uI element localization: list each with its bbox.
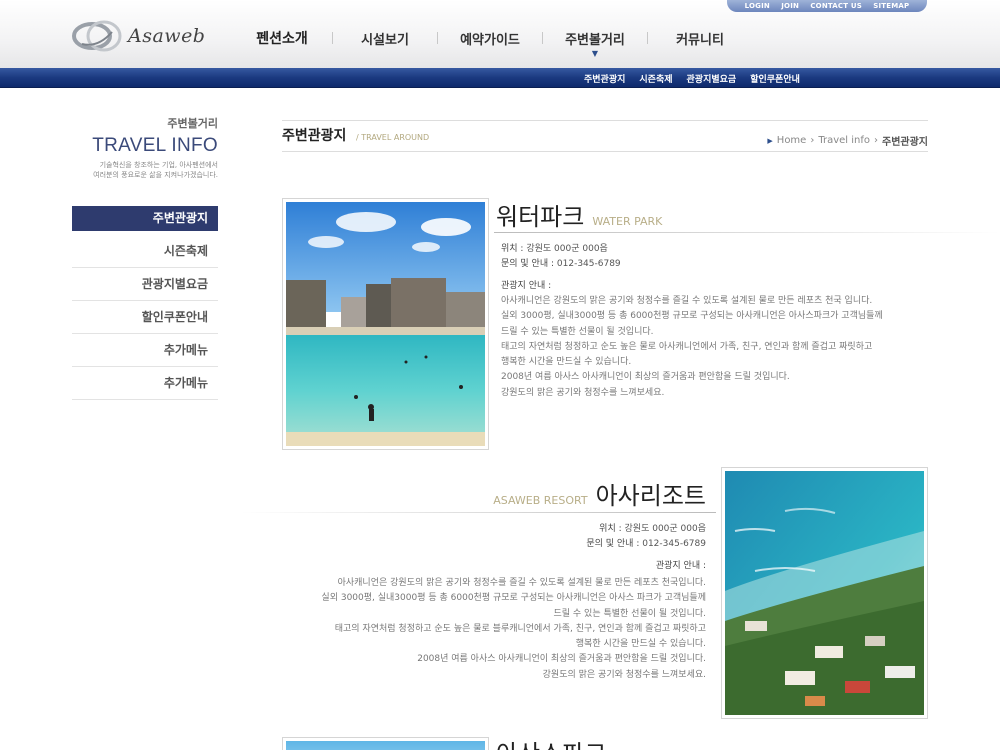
login-link[interactable]: LOGIN <box>745 2 770 10</box>
section-divider <box>494 232 1000 233</box>
section-title-kor: 워터파크 <box>496 203 585 231</box>
sitemap-link[interactable]: SITEMAP <box>873 2 909 10</box>
contact-value: 012-345-6789 <box>556 259 621 269</box>
lnb-item-fees[interactable]: 관광지별요금 <box>72 268 218 301</box>
nav-attractions[interactable]: 주변볼거리 ▼ <box>543 29 647 58</box>
water-park-info: 위치 : 강원도 000군 000읍 문의 및 안내 : 012-345-678… <box>501 242 621 294</box>
resort-image <box>725 471 924 715</box>
desc-line: 강원도의 맑은 공기와 청정수를 느껴보세요. <box>501 387 665 398</box>
desc-line: 드릴 수 있는 특별한 선물이 될 것입니다. <box>553 608 706 619</box>
lnb-item-season-festival[interactable]: 시즌축제 <box>72 235 218 268</box>
desc-line: 실외 3000평, 실내3000평 등 총 6000천평 규모로 구성되는 아사… <box>321 593 706 604</box>
location-row: 위치 : 강원도 000군 000읍 <box>501 242 621 257</box>
spa-park-title: 아산스파크 <box>496 734 606 750</box>
page-title: 주변관광지 <box>282 128 347 144</box>
subnav-coupon[interactable]: 할인쿠폰안내 <box>750 72 800 85</box>
breadcrumb-travel-info[interactable]: Travel info <box>818 135 870 146</box>
desc-line: 태고의 자연처럼 청정하고 순도 높은 물로 아사캐니언에서 가족, 친구, 연… <box>501 341 873 352</box>
location-label: 위치 : <box>501 244 524 254</box>
breadcrumb-bullet-icon: ▶ <box>767 136 773 145</box>
content-title-bar: 주변관광지 / TRAVEL AROUND ▶ Home › Travel in… <box>282 120 928 152</box>
lnb-desc-line: 기술혁신을 창조하는 기업, 아사펜션에서 <box>99 161 218 169</box>
lnb-desc-line: 여러분의 풍요로운 삶을 지켜나가겠습니다. <box>93 170 218 179</box>
breadcrumb: ▶ Home › Travel info › 주변관광지 <box>767 133 928 148</box>
resort-description: 아사캐니언은 강원도의 맑은 공기와 청정수를 즐길 수 있도록 설계된 물로 … <box>286 576 706 683</box>
page-subtitle: / TRAVEL AROUND <box>356 133 430 142</box>
lnb-kor-title: 주변볼거리 <box>167 117 218 130</box>
guide-label: 관광지 안내 : <box>501 281 552 291</box>
contact-row: 문의 및 안내 : 012-345-6789 <box>501 257 621 272</box>
desc-line: 실외 3000평, 실내3000평 등 총 6000천평 규모로 구성되는 아사… <box>501 311 883 322</box>
lnb-item-extra-2[interactable]: 추가메뉴 <box>72 367 218 400</box>
water-park-photo <box>282 198 489 450</box>
subnav-season-festival[interactable]: 시즌축제 <box>639 72 672 85</box>
section-title-eng: ASAWEB RESORT <box>493 494 588 507</box>
contact-row: 문의 및 안내 : 012-345-6789 <box>406 537 706 552</box>
contact-value: 012-345-6789 <box>642 539 706 549</box>
sub-nav: 주변관광지 시즌축제 관광지별요금 할인쿠폰안내 <box>584 68 800 88</box>
lnb-item-attractions[interactable]: 주변관광지 <box>72 206 218 231</box>
nav-facilities[interactable]: 시설보기 <box>333 29 437 48</box>
lnb-title: TRAVEL INFO <box>92 135 218 156</box>
site-header: LOGIN JOIN CONTACT US SITEMAP Asaweb 펜션소… <box>0 0 1000 68</box>
lnb-item-coupon[interactable]: 할인쿠폰안내 <box>72 301 218 334</box>
nav-pension-intro[interactable]: 펜션소개 <box>232 28 332 48</box>
join-link[interactable]: JOIN <box>781 2 799 10</box>
lnb-header: 주변볼거리 TRAVEL INFO 기술혁신을 창조하는 기업, 아사펜션에서 … <box>72 115 218 181</box>
spa-park-image <box>286 741 485 750</box>
location-row: 위치 : 강원도 000군 000읍 <box>406 522 706 537</box>
contact-label: 문의 및 안내 : <box>501 259 555 269</box>
resort-info: 위치 : 강원도 000군 000읍 문의 및 안내 : 012-345-678… <box>406 522 706 574</box>
lnb-item-extra-1[interactable]: 추가메뉴 <box>72 334 218 367</box>
location-value: 강원도 000군 000읍 <box>526 244 608 254</box>
water-park-description: 아사캐니언은 강원도의 맑은 공기와 청정수를 즐길 수 있도록 설계된 물로 … <box>501 294 901 401</box>
lnb-description: 기술혁신을 창조하는 기업, 아사펜션에서 여러분의 풍요로운 삶을 지켜나가겠… <box>72 161 218 181</box>
contact-us-link[interactable]: CONTACT US <box>810 2 862 10</box>
desc-line: 태고의 자연처럼 청정하고 순도 높은 물로 블루캐니언에서 가족, 친구, 연… <box>334 623 706 634</box>
contact-label: 문의 및 안내 : <box>586 539 640 549</box>
location-value: 강원도 000군 000읍 <box>624 524 706 534</box>
section-title-kor: 아사리조트 <box>595 482 706 510</box>
desc-line: 2008년 여름 아사스 아사캐니언이 최상의 즐거움과 편안함을 드릴 것입니… <box>417 654 706 665</box>
chevron-down-icon: ▼ <box>591 48 599 58</box>
water-park-image <box>286 202 485 446</box>
nav-reservation-guide[interactable]: 예약가이드 <box>438 29 542 48</box>
guide-label: 관광지 안내 : <box>655 561 706 571</box>
desc-line: 2008년 여름 아사스 아사캐니언이 최상의 즐거움과 편안함을 드릴 것입니… <box>501 372 790 383</box>
desc-line: 아사캐니언은 강원도의 맑은 공기와 청정수를 즐길 수 있도록 설계된 물로 … <box>501 296 873 306</box>
logo-text: Asaweb <box>128 25 206 47</box>
location-label: 위치 : <box>599 524 622 534</box>
desc-line: 아사캐니언은 강원도의 맑은 공기와 청정수를 즐길 수 있도록 설계된 물로 … <box>337 578 706 588</box>
main-nav: 펜션소개 시설보기 예약가이드 주변볼거리 ▼ 커뮤니티 <box>232 28 752 58</box>
nav-community[interactable]: 커뮤니티 <box>648 29 752 48</box>
desc-line: 강원도의 맑은 공기와 청정수를 느껴보세요. <box>542 669 706 680</box>
desc-line: 드릴 수 있는 특별한 선물이 될 것입니다. <box>501 326 654 337</box>
subnav-attractions[interactable]: 주변관광지 <box>584 72 625 85</box>
sub-nav-bar: 주변관광지 시즌축제 관광지별요금 할인쿠폰안내 <box>0 68 1000 88</box>
resort-title: ASAWEB RESORT 아사리조트 <box>493 476 706 511</box>
subnav-fees[interactable]: 관광지별요금 <box>687 72 737 85</box>
section-divider <box>240 512 716 513</box>
spa-park-photo <box>282 737 489 750</box>
chevron-right-icon: › <box>874 135 878 146</box>
breadcrumb-current: 주변관광지 <box>882 137 928 148</box>
nav-attractions-label: 주변볼거리 <box>565 32 625 48</box>
section-title-kor: 아산스파크 <box>496 734 606 750</box>
resort-photo <box>721 467 928 719</box>
utility-nav: LOGIN JOIN CONTACT US SITEMAP <box>727 0 927 12</box>
water-park-title: 워터파크 WATER PARK <box>496 197 662 232</box>
lnb-menu: 주변관광지 시즌축제 관광지별요금 할인쿠폰안내 추가메뉴 추가메뉴 <box>72 206 218 400</box>
section-title-eng: WATER PARK <box>592 215 663 228</box>
chevron-right-icon: › <box>810 135 815 146</box>
breadcrumb-home[interactable]: Home <box>777 135 807 146</box>
logo-mark-icon <box>72 20 122 52</box>
desc-line: 행복한 시간을 만드실 수 있습니다. <box>575 639 706 650</box>
desc-line: 행복한 시간을 만드실 수 있습니다. <box>501 357 632 368</box>
logo[interactable]: Asaweb <box>72 16 212 56</box>
